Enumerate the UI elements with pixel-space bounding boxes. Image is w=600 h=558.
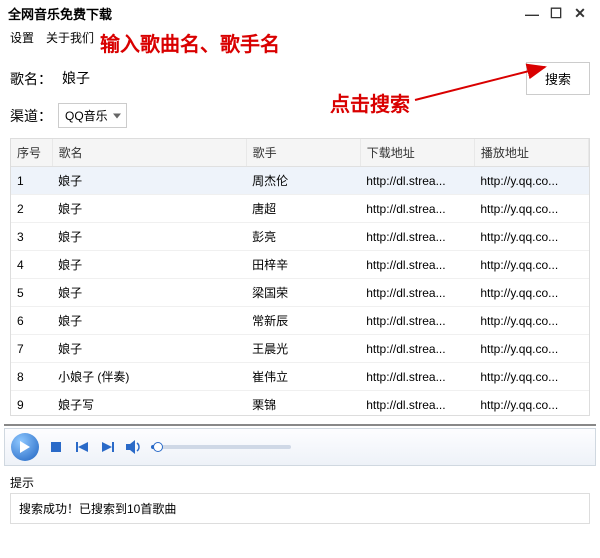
cell-dl: http://dl.strea... bbox=[360, 167, 474, 195]
prev-button[interactable] bbox=[73, 438, 91, 456]
separator bbox=[4, 424, 596, 426]
cell-idx: 4 bbox=[11, 251, 52, 279]
volume-button[interactable] bbox=[125, 438, 143, 456]
cell-artist: 常新辰 bbox=[246, 307, 360, 335]
cell-artist: 崔伟立 bbox=[246, 363, 360, 391]
maximize-button[interactable]: ☐ bbox=[544, 5, 568, 23]
cell-dl: http://dl.strea... bbox=[360, 391, 474, 417]
cell-dl: http://dl.strea... bbox=[360, 195, 474, 223]
window-title: 全网音乐免费下载 bbox=[8, 4, 112, 23]
table-row[interactable]: 9娘子写栗锦http://dl.strea...http://y.qq.co..… bbox=[11, 391, 589, 417]
cell-name: 娘子 bbox=[52, 167, 246, 195]
status-title: 提示 bbox=[10, 474, 590, 491]
cell-dl: http://dl.strea... bbox=[360, 335, 474, 363]
cell-name: 娘子 bbox=[52, 223, 246, 251]
minimize-button[interactable]: — bbox=[520, 5, 544, 23]
cell-name: 娘子 bbox=[52, 307, 246, 335]
prev-icon bbox=[76, 442, 88, 452]
cell-idx: 9 bbox=[11, 391, 52, 417]
cell-name: 娘子 bbox=[52, 279, 246, 307]
volume-icon bbox=[126, 440, 142, 454]
cell-play: http://y.qq.co... bbox=[474, 167, 588, 195]
cell-play: http://y.qq.co... bbox=[474, 223, 588, 251]
cell-artist: 栗锦 bbox=[246, 391, 360, 417]
results-table: 序号 歌名 歌手 下载地址 播放地址 1娘子周杰伦http://dl.strea… bbox=[10, 138, 590, 416]
cell-idx: 1 bbox=[11, 167, 52, 195]
channel-label: 渠道： bbox=[10, 106, 52, 126]
cell-play: http://y.qq.co... bbox=[474, 251, 588, 279]
channel-select[interactable]: QQ音乐 bbox=[58, 103, 127, 128]
th-name[interactable]: 歌名 bbox=[52, 139, 246, 167]
progress-slider[interactable] bbox=[151, 445, 291, 449]
cell-artist: 田梓辛 bbox=[246, 251, 360, 279]
cell-name: 娘子写 bbox=[52, 391, 246, 417]
next-icon bbox=[102, 442, 114, 452]
cell-idx: 3 bbox=[11, 223, 52, 251]
cell-dl: http://dl.strea... bbox=[360, 363, 474, 391]
slider-thumb[interactable] bbox=[153, 442, 163, 452]
cell-idx: 6 bbox=[11, 307, 52, 335]
next-button[interactable] bbox=[99, 438, 117, 456]
search-label: 歌名： bbox=[10, 69, 52, 89]
cell-idx: 8 bbox=[11, 363, 52, 391]
player-bar bbox=[4, 428, 596, 466]
cell-idx: 7 bbox=[11, 335, 52, 363]
cell-dl: http://dl.strea... bbox=[360, 223, 474, 251]
status-box: 提示 搜索成功！已搜索到10首歌曲 bbox=[10, 474, 590, 524]
table-row[interactable]: 6娘子常新辰http://dl.strea...http://y.qq.co..… bbox=[11, 307, 589, 335]
cell-idx: 2 bbox=[11, 195, 52, 223]
cell-name: 娘子 bbox=[52, 195, 246, 223]
cell-dl: http://dl.strea... bbox=[360, 251, 474, 279]
search-input[interactable] bbox=[58, 68, 518, 89]
cell-artist: 唐超 bbox=[246, 195, 360, 223]
table-row[interactable]: 1娘子周杰伦http://dl.strea...http://y.qq.co..… bbox=[11, 167, 589, 195]
cell-play: http://y.qq.co... bbox=[474, 335, 588, 363]
table-row[interactable]: 3娘子彭亮http://dl.strea...http://y.qq.co... bbox=[11, 223, 589, 251]
cell-artist: 周杰伦 bbox=[246, 167, 360, 195]
channel-row: 渠道： QQ音乐 bbox=[0, 103, 600, 138]
cell-dl: http://dl.strea... bbox=[360, 307, 474, 335]
table-row[interactable]: 2娘子唐超http://dl.strea...http://y.qq.co... bbox=[11, 195, 589, 223]
menu-about[interactable]: 关于我们 bbox=[46, 29, 94, 46]
cell-name: 小娘子 (伴奏) bbox=[52, 363, 246, 391]
status-message: 搜索成功！已搜索到10首歌曲 bbox=[10, 493, 590, 524]
menubar: 设置 关于我们 bbox=[0, 27, 600, 50]
th-artist[interactable]: 歌手 bbox=[246, 139, 360, 167]
table-row[interactable]: 4娘子田梓辛http://dl.strea...http://y.qq.co..… bbox=[11, 251, 589, 279]
cell-artist: 彭亮 bbox=[246, 223, 360, 251]
cell-name: 娘子 bbox=[52, 335, 246, 363]
th-download[interactable]: 下载地址 bbox=[360, 139, 474, 167]
play-button[interactable] bbox=[11, 433, 39, 461]
cell-idx: 5 bbox=[11, 279, 52, 307]
cell-artist: 王晨光 bbox=[246, 335, 360, 363]
close-button[interactable]: ✕ bbox=[568, 5, 592, 23]
cell-artist: 梁国荣 bbox=[246, 279, 360, 307]
cell-dl: http://dl.strea... bbox=[360, 279, 474, 307]
table-row[interactable]: 8小娘子 (伴奏)崔伟立http://dl.strea...http://y.q… bbox=[11, 363, 589, 391]
th-index[interactable]: 序号 bbox=[11, 139, 52, 167]
menu-settings[interactable]: 设置 bbox=[10, 29, 34, 46]
th-play[interactable]: 播放地址 bbox=[474, 139, 588, 167]
channel-selected: QQ音乐 bbox=[65, 107, 108, 124]
table-row[interactable]: 7娘子王晨光http://dl.strea...http://y.qq.co..… bbox=[11, 335, 589, 363]
cell-name: 娘子 bbox=[52, 251, 246, 279]
cell-play: http://y.qq.co... bbox=[474, 279, 588, 307]
stop-icon bbox=[51, 442, 61, 452]
titlebar: 全网音乐免费下载 — ☐ ✕ bbox=[0, 0, 600, 27]
cell-play: http://y.qq.co... bbox=[474, 195, 588, 223]
search-button[interactable]: 搜索 bbox=[526, 62, 590, 95]
cell-play: http://y.qq.co... bbox=[474, 363, 588, 391]
table-row[interactable]: 5娘子梁国荣http://dl.strea...http://y.qq.co..… bbox=[11, 279, 589, 307]
cell-play: http://y.qq.co... bbox=[474, 307, 588, 335]
stop-button[interactable] bbox=[47, 438, 65, 456]
cell-play: http://y.qq.co... bbox=[474, 391, 588, 417]
search-row: 歌名： 搜索 bbox=[0, 50, 600, 103]
play-icon bbox=[20, 441, 30, 453]
